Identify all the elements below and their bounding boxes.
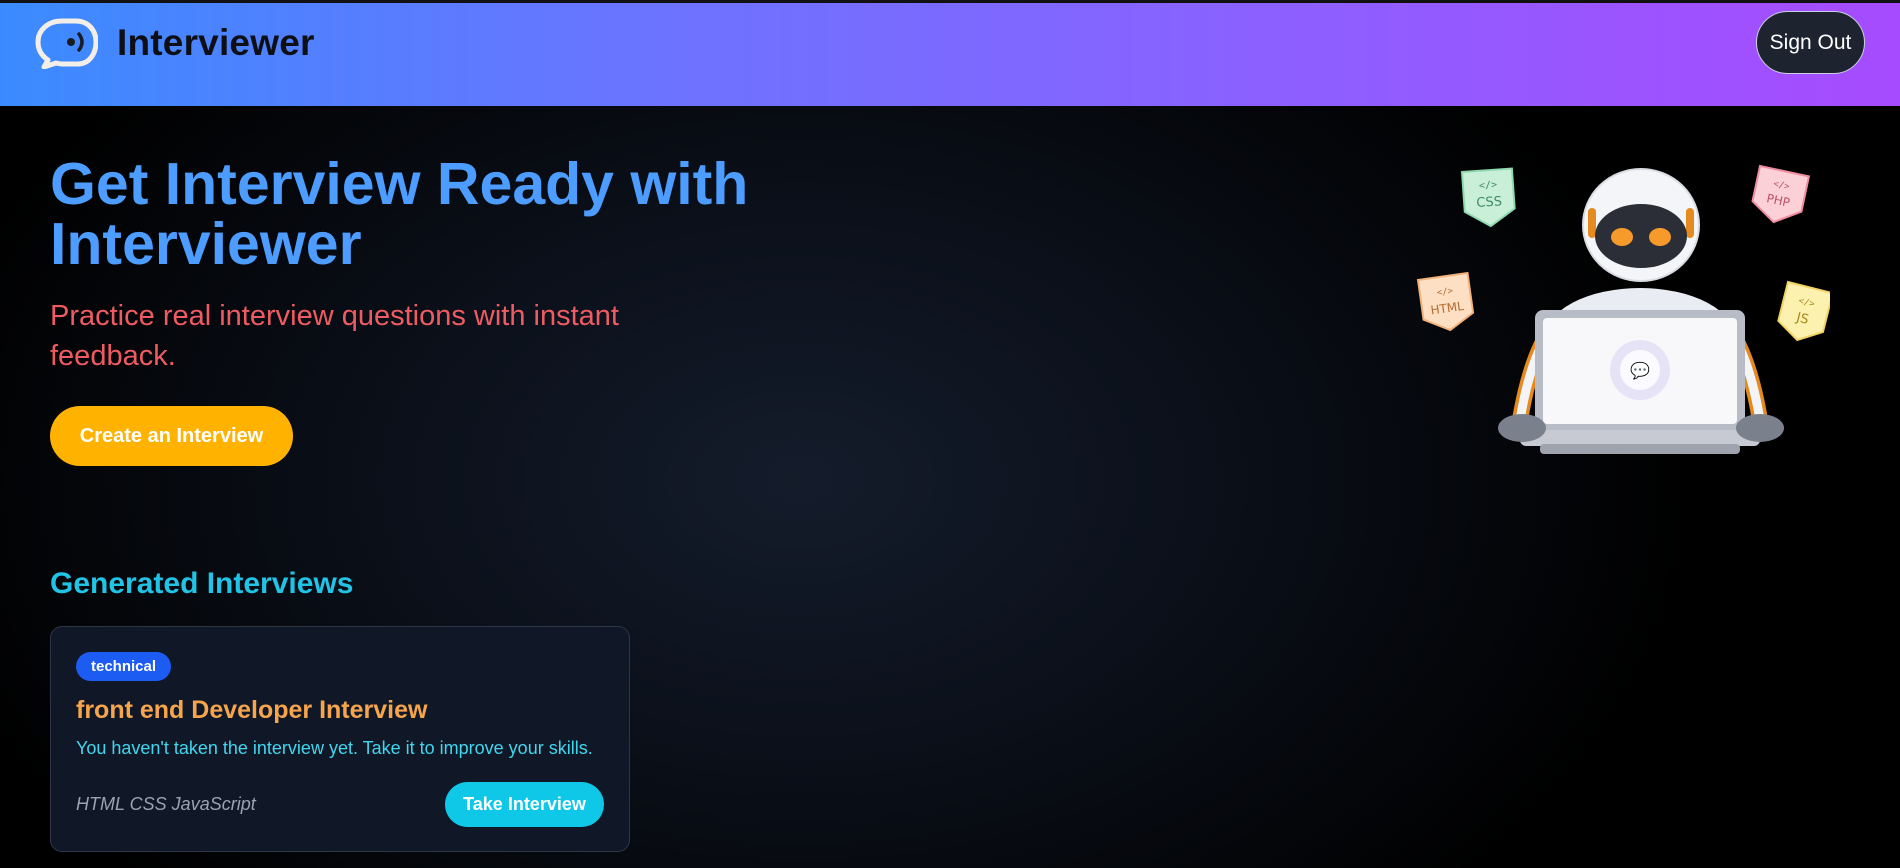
css-tag-label: CSS bbox=[1476, 194, 1503, 211]
interview-card: technical front end Developer Interview … bbox=[50, 626, 630, 852]
interview-type-badge: technical bbox=[76, 652, 172, 681]
interview-card-description: You haven't taken the interview yet. Tak… bbox=[76, 738, 593, 758]
top-navbar: Interviewer Sign Out bbox=[0, 0, 1900, 106]
svg-text:💬: 💬 bbox=[1630, 361, 1650, 380]
sign-out-button[interactable]: Sign Out bbox=[1756, 11, 1865, 74]
css-tag: CSS </> bbox=[1460, 167, 1516, 228]
js-tag: JS </> bbox=[1777, 280, 1830, 342]
interview-techstack: HTML CSS JavaScript bbox=[76, 794, 256, 814]
interview-card-title: front end Developer Interview bbox=[76, 696, 428, 724]
php-tag: PHP </> bbox=[1751, 164, 1811, 224]
svg-text:</>: </> bbox=[1479, 180, 1498, 192]
hero-title: Get Interview Ready with Interviewer bbox=[50, 151, 749, 277]
html-tag: HTML </> bbox=[1416, 271, 1475, 332]
take-interview-button[interactable]: Take Interview bbox=[445, 782, 604, 827]
robot-illustration: CSS </> PHP </> HTML </> JS </> 💬 bbox=[1416, 164, 1830, 454]
brand-name[interactable]: Interviewer bbox=[117, 22, 315, 64]
chat-bubble-icon[interactable] bbox=[34, 17, 98, 69]
generated-interviews-heading: Generated Interviews bbox=[50, 567, 354, 600]
create-interview-button[interactable]: Create an Interview bbox=[50, 406, 293, 466]
hero-subtitle: Practice real interview questions with i… bbox=[50, 300, 619, 372]
